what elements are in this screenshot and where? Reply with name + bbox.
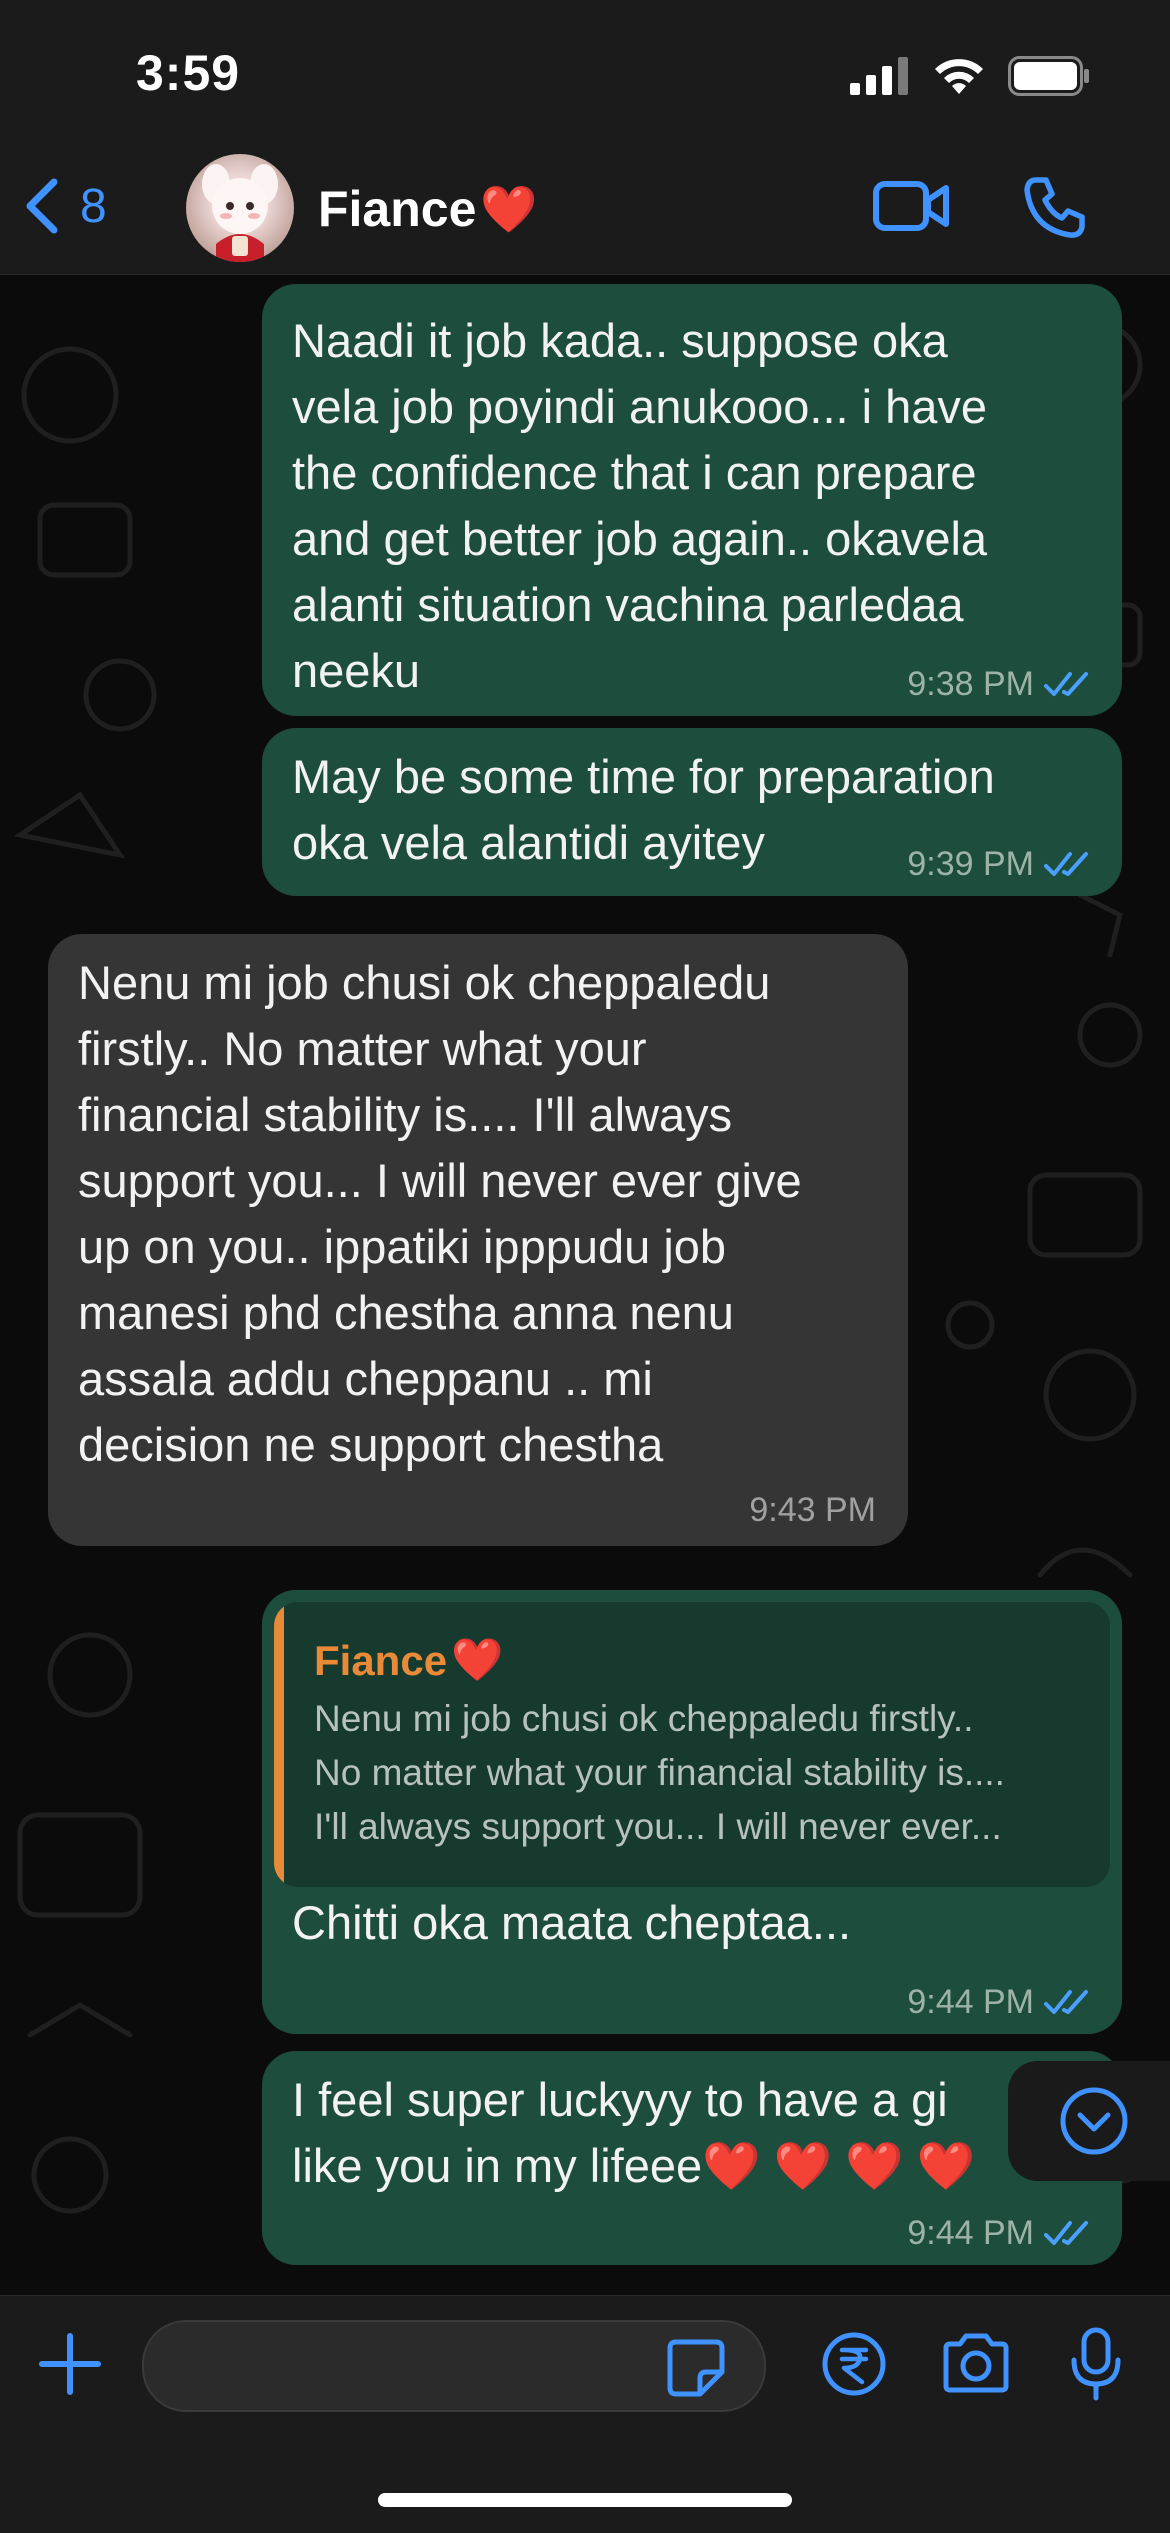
quoted-sender-name: Fiance [314,1636,448,1684]
contact-name[interactable]: Fiance ❤️ [318,180,538,238]
message-meta: 9:44 PM [907,2214,1092,2253]
avatar-image [202,164,278,262]
message-time: 9:39 PM [907,845,1034,883]
heart-emoji: ❤️ [480,182,538,235]
scroll-to-bottom-button[interactable] [1008,2061,1170,2181]
message-meta: 9:38 PM [907,665,1092,704]
read-receipt-icon [1044,2220,1088,2245]
quote-bar [274,1602,284,1887]
message-time: 9:44 PM [907,2214,1034,2252]
message-text: Naadi it job kada.. suppose oka vela job… [292,314,988,697]
heart-emoji: ❤️ [451,1636,504,1683]
plus-icon[interactable] [36,2330,104,2398]
back-button[interactable]: 8 [22,176,107,236]
message-input[interactable] [142,2320,766,2412]
video-call-button[interactable] [872,174,952,243]
message-outgoing[interactable]: May be some time for preparation oka vel… [262,728,1122,896]
chevron-left-icon [26,178,58,234]
quoted-text: Nenu mi job chusi ok cheppaledu firstly.… [314,1698,1005,1847]
message-meta: 9:43 PM [749,1491,876,1530]
message-time: 9:38 PM [907,665,1034,703]
microphone-icon[interactable] [1068,2326,1124,2402]
message-text: Chitti oka maata cheptaa... [292,1896,852,1949]
status-icons [850,56,1090,96]
quoted-sender: Fiance ❤️ [314,1636,503,1685]
message-text: Nenu mi job chusi ok cheppaledu firstly.… [78,956,802,1471]
read-receipt-icon [1044,671,1088,696]
avatar[interactable] [186,154,294,262]
message-text: I feel super luckyyy to have a gi like y… [292,2073,976,2192]
read-receipt-icon [1044,851,1088,876]
message-outgoing[interactable]: Naadi it job kada.. suppose oka vela job… [262,284,1122,716]
message-outgoing[interactable]: I feel super luckyyy to have a gi like y… [262,2051,1122,2265]
message-meta: 9:44 PM [907,1983,1092,2022]
wifi-icon [935,59,983,94]
home-indicator[interactable] [378,2493,792,2507]
message-outgoing-reply[interactable]: Fiance ❤️ Nenu mi job chusi ok cheppaled… [262,1590,1122,2034]
camera-icon[interactable] [940,2332,1012,2394]
message-time: 9:44 PM [907,1983,1034,2021]
video-call-icon [873,181,949,231]
rupee-payment-icon[interactable] [820,2330,888,2398]
chevron-down-circle-icon [1060,2087,1128,2155]
status-time: 3:59 [136,45,241,101]
phone-icon [1024,177,1085,238]
status-bar: 3:59 [0,0,1170,150]
voice-call-button[interactable] [1022,174,1088,245]
chat-header: 8 Fiance ❤️ [0,150,1170,275]
message-incoming[interactable]: Nenu mi job chusi ok cheppaledu firstly.… [48,934,908,1546]
signal-icon [850,57,908,95]
message-time: 9:43 PM [749,1491,876,1529]
quoted-message[interactable]: Fiance ❤️ Nenu mi job chusi ok cheppaled… [274,1602,1110,1887]
sticker-icon[interactable] [666,2338,726,2398]
unread-count: 8 [80,179,107,233]
chat-area[interactable]: Naadi it job kada.. suppose oka vela job… [0,275,1170,2295]
contact-name-text: Fiance [318,181,477,237]
battery-icon [1008,56,1089,96]
message-meta: 9:39 PM [907,845,1092,884]
read-receipt-icon [1044,1989,1088,2014]
